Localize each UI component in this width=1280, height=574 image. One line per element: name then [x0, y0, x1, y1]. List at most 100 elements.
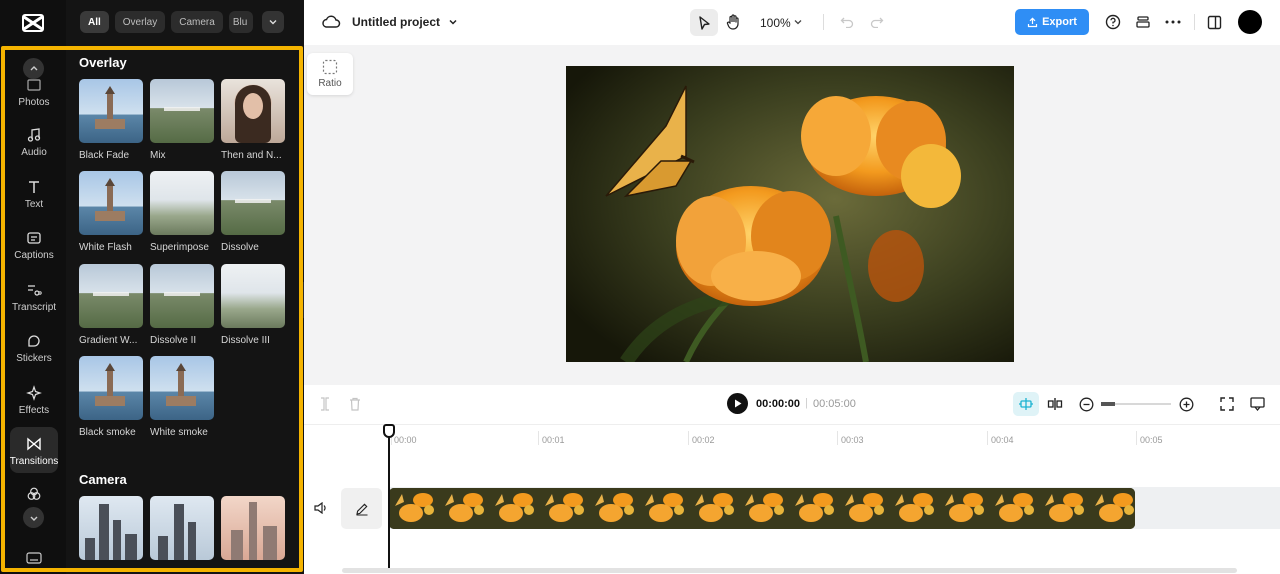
- select-tool-button[interactable]: [690, 9, 718, 36]
- chevron-down-icon[interactable]: [446, 14, 460, 30]
- chip-all[interactable]: All: [80, 11, 109, 33]
- more-options-icon[interactable]: [1163, 12, 1183, 32]
- timeline-ruler[interactable]: 00:00 00:01 00:02 00:03 00:04 00:05: [304, 424, 1280, 446]
- play-button[interactable]: [727, 393, 748, 414]
- rail-item-photos[interactable]: Photos: [8, 76, 60, 122]
- transition-label: Black Fade: [79, 150, 130, 161]
- hand-tool-icon[interactable]: [724, 11, 744, 33]
- panel-layout-icon[interactable]: [1204, 12, 1224, 32]
- layers-stack-icon[interactable]: [1133, 12, 1153, 32]
- clip-thumbnail-frame: [739, 488, 789, 529]
- transition-thumbnail: [150, 264, 214, 328]
- transition-thumbnail: [150, 356, 214, 420]
- transition-tile[interactable]: White smoke: [150, 356, 214, 438]
- music-note-icon: [25, 126, 43, 144]
- rail-item-transcript[interactable]: Transcript: [8, 281, 60, 327]
- zoom-in-icon[interactable]: [1177, 395, 1195, 413]
- aspect-ratio-icon: [322, 59, 338, 75]
- transition-tile[interactable]: Dissolve: [221, 171, 285, 253]
- transition-tile[interactable]: Dissolve III: [221, 264, 285, 346]
- playhead-handle[interactable]: [383, 424, 395, 438]
- ruler-label: 00:03: [841, 435, 864, 445]
- split-icon[interactable]: [1046, 395, 1064, 413]
- rail-item-captions[interactable]: Captions: [8, 229, 60, 275]
- export-button[interactable]: Export: [1015, 9, 1089, 35]
- transition-thumbnail: [150, 171, 214, 235]
- auto-snap-button[interactable]: [1013, 392, 1039, 416]
- transition-tile[interactable]: Dissolve II: [150, 264, 214, 346]
- transition-tile[interactable]: Superimpose: [150, 171, 214, 253]
- transition-thumbnail: [79, 496, 143, 560]
- rail-item-text[interactable]: Text: [8, 178, 60, 224]
- transition-thumbnail: [221, 496, 285, 560]
- transition-tile[interactable]: Black smoke: [79, 356, 143, 438]
- fit-screen-icon[interactable]: [1218, 395, 1236, 413]
- delete-icon[interactable]: [346, 395, 364, 413]
- filters-icon: [25, 486, 43, 502]
- transitions-panel: All Overlay Camera Blu Overlay Black Fad…: [66, 0, 304, 574]
- video-clip[interactable]: [389, 488, 1135, 529]
- transition-tile[interactable]: [221, 496, 285, 560]
- clip-thumbnail-frame: [1089, 488, 1135, 529]
- redo-icon[interactable]: [868, 13, 886, 31]
- chip-camera[interactable]: Camera: [171, 11, 223, 33]
- toolbar-divider: [823, 14, 824, 30]
- playhead[interactable]: [388, 424, 390, 570]
- transition-label: Superimpose: [150, 242, 209, 253]
- chevron-down-icon: [269, 20, 277, 25]
- timeline-zoom-fill: [1101, 402, 1115, 406]
- app-logo-icon[interactable]: [20, 10, 46, 36]
- rail-item-label: Audio: [21, 147, 47, 158]
- help-icon[interactable]: [1103, 12, 1123, 32]
- rail-item-label: Effects: [18, 405, 50, 416]
- total-time: 00:05:00: [813, 398, 856, 410]
- ruler-label: 00:02: [692, 435, 715, 445]
- transition-tile[interactable]: [79, 496, 143, 560]
- speaker-icon[interactable]: [312, 499, 330, 517]
- chip-overlay[interactable]: Overlay: [114, 11, 166, 33]
- clip-thumbnail-frame: [489, 488, 539, 529]
- rail-item-label: Photos: [18, 97, 50, 108]
- transition-thumbnail: [150, 496, 214, 560]
- transition-tile[interactable]: White Flash: [79, 171, 143, 253]
- rail-item-filters[interactable]: [8, 486, 60, 504]
- split-cursor-icon[interactable]: [316, 395, 334, 413]
- avatar[interactable]: [1238, 10, 1262, 34]
- chips-expand-button[interactable]: [262, 11, 284, 33]
- zoom-level[interactable]: 100%: [760, 16, 791, 30]
- transition-tile[interactable]: Gradient W...: [79, 264, 143, 346]
- zoom-out-icon[interactable]: [1077, 395, 1095, 413]
- edit-cover-button[interactable]: [341, 488, 382, 529]
- chip-blur[interactable]: Blu: [228, 11, 253, 33]
- feedback-icon[interactable]: [1248, 395, 1266, 413]
- transition-tile[interactable]: [150, 496, 214, 560]
- rail-scroll-down-icon[interactable]: [23, 507, 44, 528]
- toolbar-divider: [1071, 403, 1072, 404]
- rail-item-transitions[interactable]: Transitions: [10, 427, 58, 473]
- timeline-zoom-slider[interactable]: [1101, 402, 1171, 406]
- transition-label: Gradient W...: [79, 335, 138, 346]
- ruler-label: 00:01: [542, 435, 565, 445]
- cursor-icon: [699, 15, 710, 30]
- ratio-button[interactable]: Ratio: [307, 53, 353, 95]
- transition-tile[interactable]: Then and N...: [221, 79, 285, 161]
- captions-icon: [25, 229, 43, 247]
- rail-item-effects[interactable]: Effects: [8, 384, 60, 430]
- clip-thumbnail-frame: [639, 488, 689, 529]
- play-icon: [734, 399, 741, 408]
- clip-thumbnail-frame: [1039, 488, 1089, 529]
- zoom-chevron-down-icon[interactable]: [792, 15, 804, 29]
- transition-thumbnail: [221, 264, 285, 328]
- cloud-save-icon[interactable]: [320, 12, 342, 32]
- rail-item-stickers[interactable]: Stickers: [8, 332, 60, 378]
- transcript-icon: [25, 281, 43, 299]
- keyboard-shortcuts-button[interactable]: [8, 550, 60, 568]
- project-title[interactable]: Untitled project: [352, 15, 440, 29]
- transition-tile[interactable]: Mix: [150, 79, 214, 161]
- transition-label: Mix: [150, 150, 166, 161]
- undo-icon[interactable]: [838, 13, 856, 31]
- rail-item-audio[interactable]: Audio: [8, 126, 60, 172]
- timeline-scrollbar[interactable]: [342, 568, 1237, 573]
- video-preview[interactable]: [566, 66, 1014, 362]
- transition-tile[interactable]: Black Fade: [79, 79, 143, 161]
